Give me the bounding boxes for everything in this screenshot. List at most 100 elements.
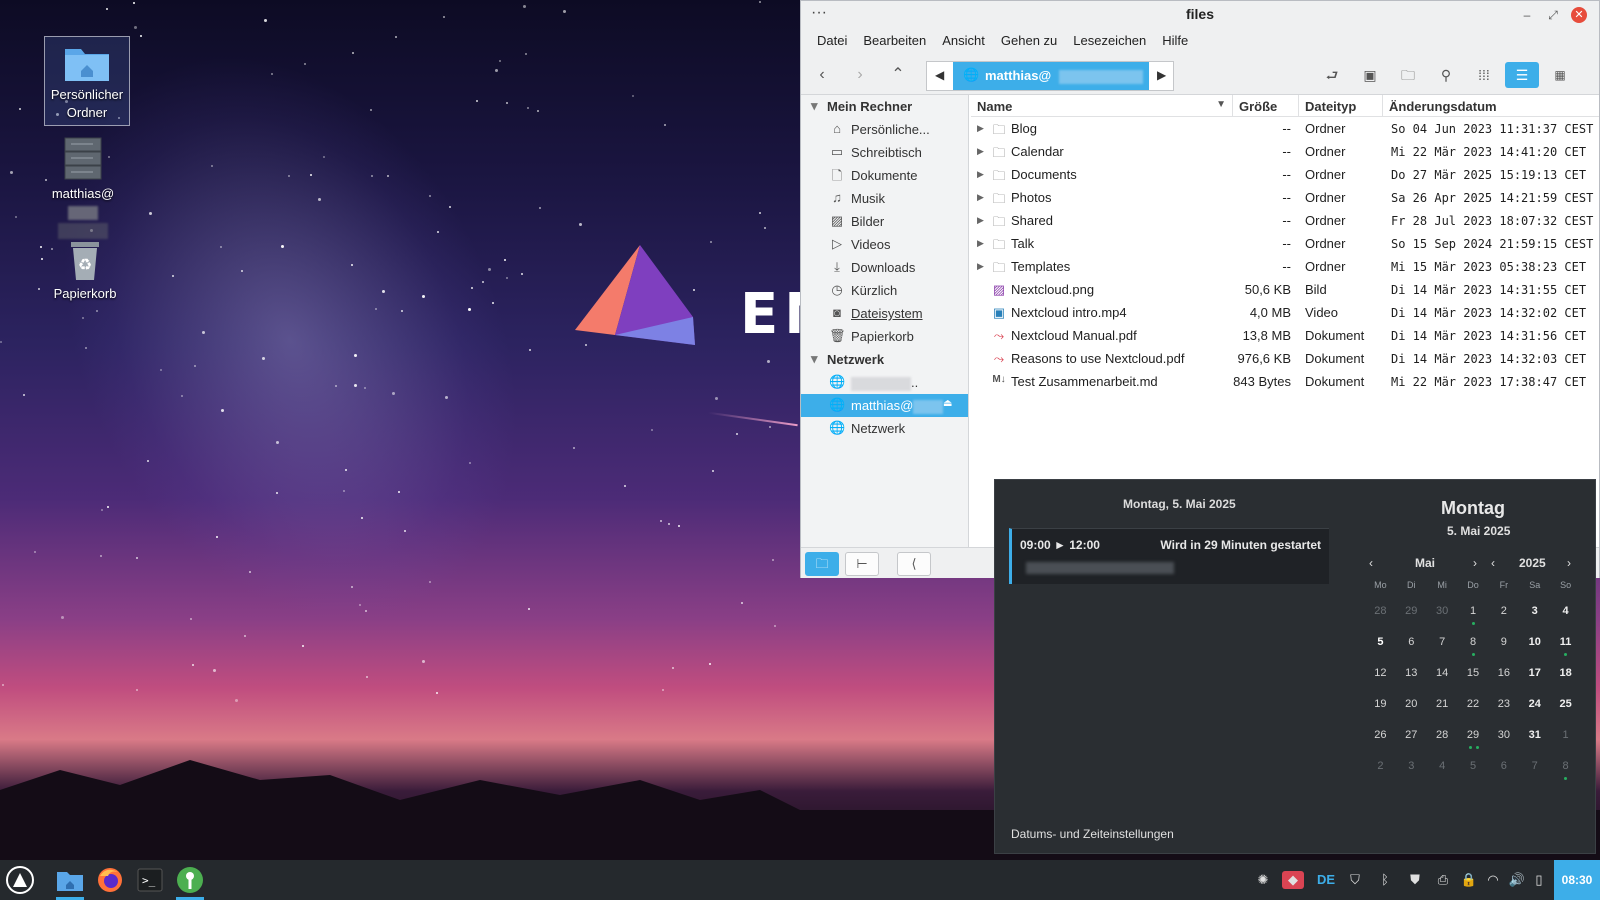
vpn-shield-icon[interactable]: ⛊ bbox=[1406, 871, 1424, 889]
date-time-settings-link[interactable]: Datums- und Zeiteinstellungen bbox=[1011, 827, 1174, 841]
sidebar-item-trash[interactable]: 🗑 Papierkorb bbox=[801, 325, 968, 348]
calendar-day[interactable]: 7 bbox=[1519, 756, 1550, 776]
anydesk-tray-icon[interactable]: ◆ bbox=[1282, 871, 1304, 889]
search-icon[interactable]: ⚲ bbox=[1433, 62, 1459, 88]
eject-icon[interactable]: ⏏ bbox=[943, 398, 952, 409]
clock[interactable]: 08:30 bbox=[1554, 860, 1600, 900]
calendar-day[interactable]: 16 bbox=[1488, 663, 1519, 683]
lock-icon[interactable]: 🔒 bbox=[1460, 871, 1478, 889]
month-label[interactable]: Mai bbox=[1415, 556, 1435, 570]
file-row[interactable]: ▶ 🗀 Blog -- Ordner So 04 Jun 2023 11:31:37 CE… bbox=[971, 117, 1599, 140]
sidebar-item-documents[interactable]: 🗋 Dokumente bbox=[801, 164, 968, 187]
desktop-icon-trash[interactable]: ♻ Papierkorb bbox=[42, 238, 128, 303]
sidebar-item-recent[interactable]: ◷ Kürzlich bbox=[801, 279, 968, 302]
calendar-day[interactable]: 3 bbox=[1519, 601, 1550, 621]
calendar-day[interactable]: 25 bbox=[1550, 694, 1581, 714]
printer-icon[interactable]: ⎙ bbox=[1434, 871, 1452, 889]
sidebar-item-home[interactable]: ⌂ Persönliche... bbox=[801, 118, 968, 141]
shield-tray-icon[interactable]: ⛉ bbox=[1346, 871, 1364, 889]
calendar-day[interactable]: 7 bbox=[1427, 632, 1458, 652]
expand-arrow-icon[interactable]: ▶ bbox=[977, 123, 984, 134]
next-year-icon[interactable]: › bbox=[1567, 556, 1571, 570]
calendar-day[interactable]: 27 bbox=[1396, 725, 1427, 745]
menu-gehen-zu[interactable]: Gehen zu bbox=[993, 29, 1065, 53]
file-row[interactable]: M↓ Test Zusammenarbeit.md 843 Bytes Dokumen… bbox=[971, 370, 1599, 393]
calendar-day[interactable]: 11 bbox=[1550, 632, 1581, 656]
calendar-day[interactable]: 9 bbox=[1488, 632, 1519, 652]
next-month-icon[interactable]: › bbox=[1473, 556, 1477, 570]
menu-hilfe[interactable]: Hilfe bbox=[1154, 29, 1196, 53]
calendar-day[interactable]: 2 bbox=[1365, 756, 1396, 776]
bluetooth-icon[interactable]: ᛒ bbox=[1376, 871, 1394, 889]
file-row[interactable]: ▶ 🗀 Calendar -- Ordner Mi 22 Mär 2023 14:41:2… bbox=[971, 140, 1599, 163]
expand-arrow-icon[interactable]: ▶ bbox=[977, 215, 984, 226]
sidebar-item-downloads[interactable]: ⤓ Downloads bbox=[801, 256, 968, 279]
file-row[interactable]: ▶ 🗀 Templates -- Ordner Mi 15 Mär 2023 05:38:… bbox=[971, 255, 1599, 278]
file-row[interactable]: ⤳ Nextcloud Manual.pdf 13,8 MB Dokument Di 1… bbox=[971, 324, 1599, 347]
up-button[interactable]: ⌃ bbox=[885, 62, 911, 88]
column-header-name[interactable]: Name ▼ bbox=[971, 95, 1233, 116]
expand-arrow-icon[interactable]: ▶ bbox=[977, 169, 984, 180]
calendar-day[interactable]: 28 bbox=[1365, 601, 1396, 621]
calendar-day[interactable]: 19 bbox=[1365, 694, 1396, 714]
calendar-day[interactable]: 23 bbox=[1488, 694, 1519, 714]
menu-ansicht[interactable]: Ansicht bbox=[934, 29, 993, 53]
calendar-day[interactable]: 4 bbox=[1550, 601, 1581, 621]
reload-icon[interactable]: ⮐ bbox=[1319, 62, 1345, 88]
collapse-sidebar-button[interactable]: ⟨ bbox=[897, 552, 931, 576]
calendar-day[interactable]: 1 bbox=[1550, 725, 1581, 745]
places-view-button[interactable]: 🗀 bbox=[805, 552, 839, 576]
sidebar-item-music[interactable]: ♫ Musik bbox=[801, 187, 968, 210]
sidebar-section-mein-rechner[interactable]: Mein Rechner bbox=[801, 95, 968, 118]
file-row[interactable]: ⤳ Reasons to use Nextcloud.pdf 976,6 KB Dok… bbox=[971, 347, 1599, 370]
new-folder-icon[interactable]: 🗀 bbox=[1395, 62, 1421, 88]
calendar-event[interactable]: 09:00 ► 12:00 Wird in 29 Minuten gestart… bbox=[1009, 528, 1329, 584]
file-row[interactable]: ▨ Nextcloud.png 50,6 KB Bild Di 14 Mär 2023 … bbox=[971, 278, 1599, 301]
calendar-day[interactable]: 21 bbox=[1427, 694, 1458, 714]
calendar-day[interactable]: 24 bbox=[1519, 694, 1550, 714]
calendar-day[interactable]: 29 bbox=[1396, 601, 1427, 621]
spinner-tray-icon[interactable]: ✺ bbox=[1254, 871, 1272, 889]
column-header-type[interactable]: Dateityp bbox=[1299, 95, 1383, 116]
calendar-day[interactable]: 15 bbox=[1458, 663, 1489, 683]
column-header-date[interactable]: Änderungsdatum bbox=[1383, 95, 1599, 116]
app-launcher-button[interactable] bbox=[2, 865, 38, 895]
calendar-day[interactable]: 22 bbox=[1458, 694, 1489, 714]
expand-arrow-icon[interactable]: ▶ bbox=[977, 261, 984, 272]
window-titlebar[interactable]: ··· files – ⤢ ✕ bbox=[801, 1, 1599, 29]
forward-button[interactable]: › bbox=[847, 62, 873, 88]
calendar-day[interactable]: 4 bbox=[1427, 756, 1458, 776]
sidebar-item-network[interactable]: 🌐 Netzwerk bbox=[801, 417, 968, 440]
path-left-arrow-icon[interactable]: ◀ bbox=[935, 68, 944, 82]
sidebar-section-netzwerk[interactable]: Netzwerk bbox=[801, 348, 968, 371]
compact-view-icon[interactable]: ▦ bbox=[1547, 62, 1573, 88]
calendar-day[interactable]: 30 bbox=[1427, 601, 1458, 621]
column-header-size[interactable]: Größe bbox=[1233, 95, 1299, 116]
calendar-day-today[interactable]: 5 bbox=[1365, 627, 1396, 656]
sidebar-item-pictures[interactable]: ▨ Bilder bbox=[801, 210, 968, 233]
tree-view-button[interactable]: ⊢ bbox=[845, 552, 879, 576]
year-label[interactable]: 2025 bbox=[1519, 556, 1546, 570]
sidebar-item-desktop[interactable]: ▭ Schreibtisch bbox=[801, 141, 968, 164]
prev-year-icon[interactable]: ‹ bbox=[1491, 556, 1495, 570]
sidebar-item-filesystem[interactable]: ◙ Dateisystem bbox=[801, 302, 968, 325]
minimize-button[interactable]: – bbox=[1519, 7, 1535, 23]
taskbar-keepass[interactable] bbox=[174, 865, 206, 900]
desktop-icon-home-folder[interactable]: Persönlicher Ordner bbox=[44, 36, 130, 126]
maximize-button[interactable]: ⤢ bbox=[1545, 7, 1561, 23]
expand-arrow-icon[interactable]: ▶ bbox=[977, 238, 984, 249]
prev-month-icon[interactable]: ‹ bbox=[1369, 556, 1373, 570]
calendar-day[interactable]: 29 bbox=[1458, 725, 1489, 749]
calendar-day[interactable]: 8 bbox=[1550, 756, 1581, 780]
path-segment[interactable]: 🌐 matthias@ bbox=[953, 62, 1149, 90]
file-row[interactable]: ▣ Nextcloud intro.mp4 4,0 MB Video Di 14 Mär… bbox=[971, 301, 1599, 324]
menu-datei[interactable]: Datei bbox=[809, 29, 855, 53]
calendar-day[interactable]: 31 bbox=[1519, 725, 1550, 745]
back-button[interactable]: ‹ bbox=[809, 62, 835, 88]
volume-icon[interactable]: 🔊 bbox=[1508, 871, 1526, 889]
icon-view-icon[interactable]: ⁞⁞⁞ bbox=[1471, 62, 1497, 88]
calendar-day[interactable]: 18 bbox=[1550, 663, 1581, 683]
file-row[interactable]: ▶ 🗀 Documents -- Ordner Do 27 Mär 2025 15:19:… bbox=[971, 163, 1599, 186]
calendar-day[interactable]: 2 bbox=[1488, 601, 1519, 621]
expand-arrow-icon[interactable]: ▶ bbox=[977, 146, 984, 157]
